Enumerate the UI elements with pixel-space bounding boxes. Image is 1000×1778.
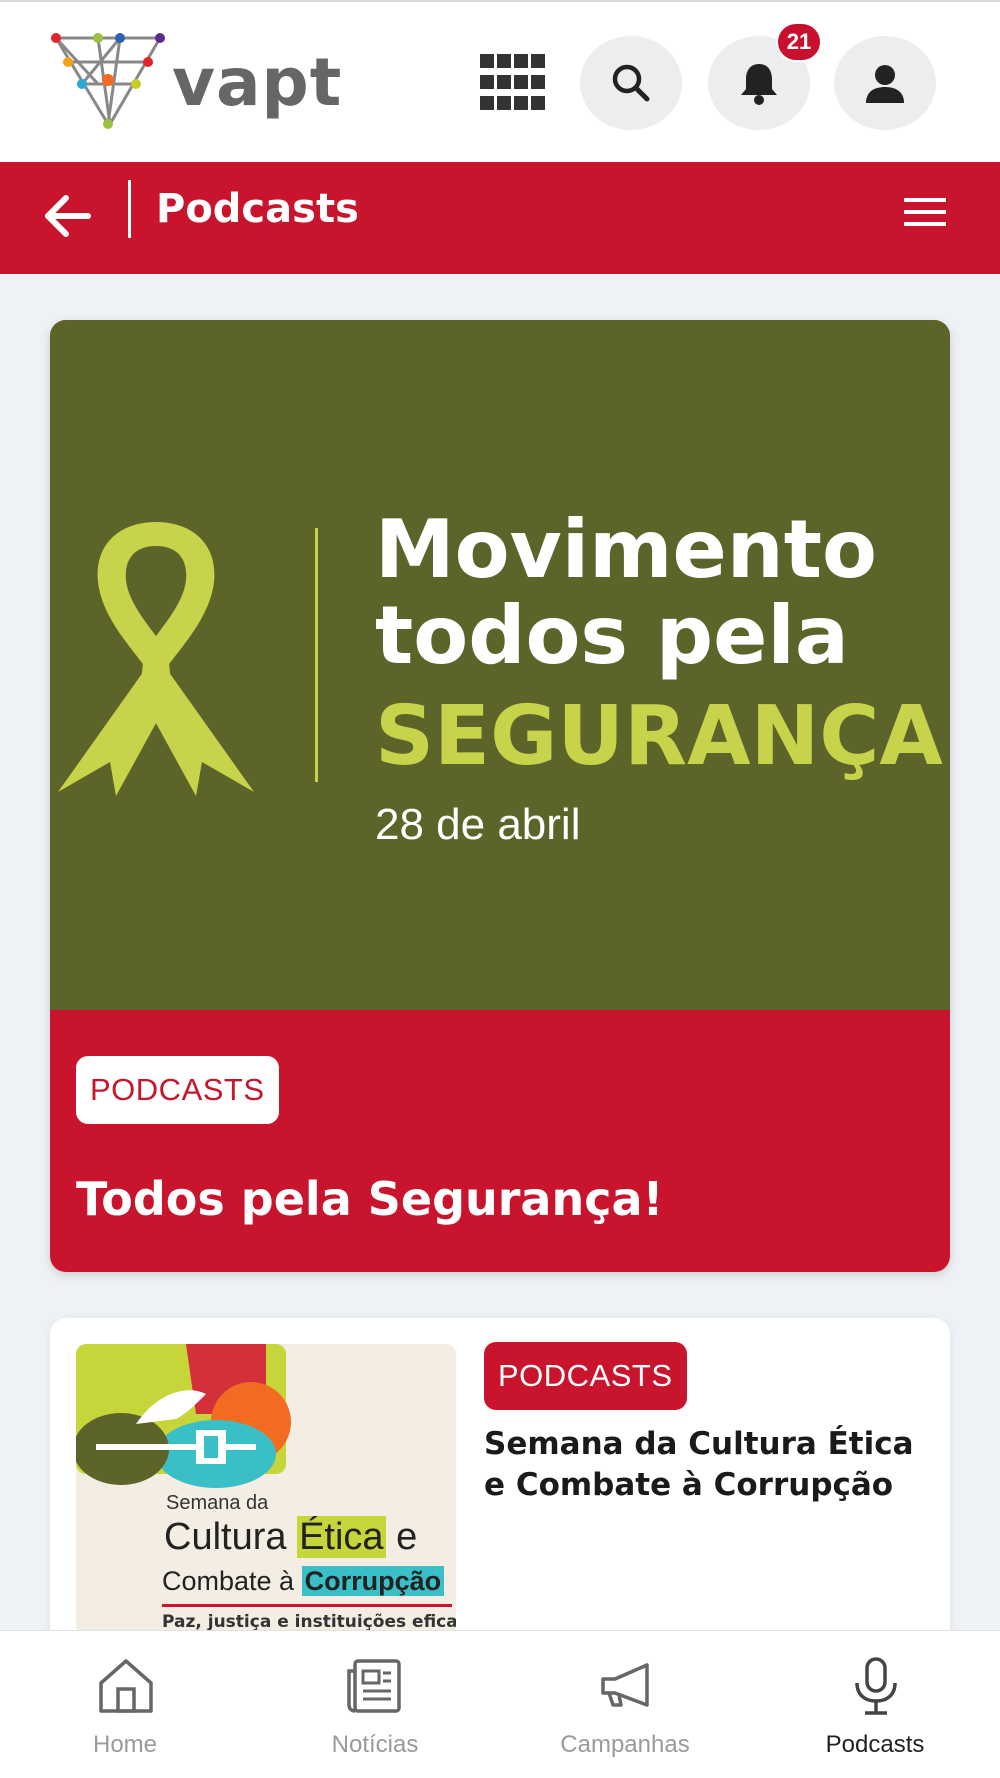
notification-count-badge: 21 [776, 22, 822, 62]
dove-illustration-icon [76, 1344, 291, 1488]
nav-podcasts[interactable]: Podcasts [750, 1631, 1000, 1778]
grid-dot-icon [514, 54, 528, 68]
grid-dot-icon [497, 75, 511, 89]
awareness-ribbon-icon [58, 522, 254, 796]
grid-dot-icon [531, 75, 545, 89]
search-button[interactable] [580, 36, 682, 130]
bell-icon [741, 64, 777, 105]
grid-dot-icon [531, 96, 545, 110]
logo-mark-icon [51, 33, 165, 129]
image-headline-line2: todos pela [375, 589, 849, 682]
podcast-title[interactable]: Semana da Cultura Ética e Combate à Corr… [484, 1424, 914, 1506]
category-tag[interactable]: PODCASTS [76, 1056, 279, 1124]
apps-grid-button[interactable] [480, 54, 546, 114]
bottom-navigation: Home Notícias Campanhas Podcasts [0, 1630, 1000, 1778]
podcast-list-item[interactable]: Semana da Cultura Ética e Combate à Corr… [50, 1318, 950, 1648]
thumbnail-highlight: Corrupção [301, 1566, 445, 1596]
grid-dot-icon [497, 54, 511, 68]
featured-podcast-image: Movimento todos pela SEGURANÇA 28 de abr… [50, 320, 950, 1010]
thumbnail-line2: Cultura Ética e [164, 1516, 417, 1559]
nav-campanhas-label: Campanhas [560, 1731, 690, 1758]
nav-podcasts-label: Podcasts [825, 1731, 925, 1758]
nav-noticias[interactable]: Notícias [250, 1631, 500, 1778]
featured-podcast-title[interactable]: Todos pela Segurança! [76, 1172, 664, 1226]
grid-dot-icon [480, 75, 494, 89]
image-headline-line3: SEGURANÇA [375, 689, 943, 784]
thumbnail-line1: Semana da [166, 1492, 269, 1514]
newspaper-icon [347, 1659, 401, 1713]
hamburger-menu-icon [904, 198, 946, 226]
arrow-left-icon [45, 195, 91, 237]
image-headline-line1: Movimento [375, 503, 877, 596]
microphone-icon [855, 1657, 897, 1715]
nav-noticias-label: Notícias [331, 1731, 419, 1758]
back-button[interactable] [40, 188, 96, 244]
page-title: Podcasts [156, 186, 359, 232]
image-divider-line [315, 528, 318, 782]
thumbnail-highlight: Ética [297, 1516, 386, 1558]
grid-dot-icon [514, 75, 528, 89]
thumbnail-line3: Combate à Corrupção [162, 1566, 445, 1597]
user-icon [866, 65, 904, 103]
grid-dot-icon [480, 96, 494, 110]
profile-button[interactable] [834, 36, 936, 130]
megaphone-icon [601, 1663, 649, 1707]
grid-dot-icon [480, 54, 494, 68]
nav-campanhas[interactable]: Campanhas [500, 1631, 750, 1778]
thumbnail-text-part: e [385, 1516, 418, 1558]
menu-button[interactable] [900, 192, 950, 232]
page-header-bar: Podcasts [0, 162, 1000, 274]
featured-podcast-card[interactable]: Movimento todos pela SEGURANÇA 28 de abr… [50, 320, 950, 1272]
grid-dot-icon [531, 54, 545, 68]
grid-dot-icon [514, 96, 528, 110]
thumbnail-subtitle: Paz, justiça e instituições eficazes [162, 1612, 456, 1632]
thumbnail-divider [162, 1604, 452, 1607]
header-divider [128, 180, 131, 238]
search-icon [612, 64, 650, 102]
thumbnail-text-part: Combate à [162, 1566, 302, 1596]
logo-text: vapt [172, 44, 343, 121]
home-icon [99, 1659, 153, 1713]
nav-home[interactable]: Home [0, 1631, 250, 1778]
nav-home-label: Home [92, 1731, 158, 1758]
podcast-thumbnail: Semana da Cultura Ética e Combate à Corr… [76, 1344, 456, 1634]
grid-dot-icon [497, 96, 511, 110]
thumbnail-text-part: Cultura [164, 1516, 298, 1558]
category-tag[interactable]: PODCASTS [484, 1342, 687, 1410]
image-date: 28 de abril [375, 800, 581, 849]
top-app-bar: vapt 21 [0, 0, 1000, 162]
